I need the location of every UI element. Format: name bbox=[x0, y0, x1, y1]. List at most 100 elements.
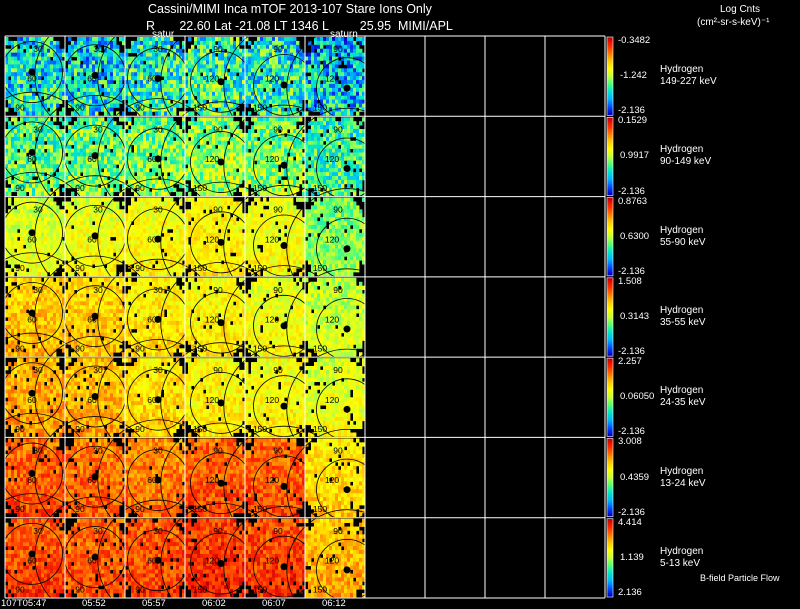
heatmap-cell bbox=[305, 83, 309, 89]
heatmap-cell bbox=[269, 83, 273, 89]
heatmap-cell bbox=[257, 129, 261, 134]
heatmap-cell bbox=[209, 191, 213, 196]
heatmap-cell bbox=[14, 244, 18, 249]
heatmap-cell bbox=[251, 129, 255, 134]
heatmap-cell bbox=[314, 136, 318, 142]
heatmap-cell bbox=[17, 156, 21, 161]
heatmap-cell bbox=[47, 60, 51, 65]
heatmap-cell bbox=[65, 213, 69, 218]
contour-label: 90 bbox=[213, 44, 223, 54]
heatmap-cell bbox=[338, 140, 342, 146]
heatmap-cell bbox=[314, 176, 318, 181]
heatmap-cell bbox=[326, 37, 330, 42]
heatmap-cell bbox=[110, 144, 114, 149]
heatmap-cell bbox=[68, 117, 72, 122]
heatmap-cell bbox=[350, 103, 354, 108]
heatmap-cell bbox=[17, 221, 21, 226]
heatmap-cell bbox=[74, 197, 78, 202]
heatmap-cell bbox=[80, 68, 84, 73]
heatmap-cell bbox=[347, 48, 351, 54]
heatmap-cell bbox=[95, 256, 99, 261]
heatmap-cell bbox=[209, 117, 213, 122]
heatmap-cell bbox=[248, 80, 252, 85]
heatmap-cell bbox=[101, 87, 105, 93]
heatmap-cell bbox=[230, 172, 234, 177]
heatmap-cell bbox=[296, 91, 300, 97]
heatmap-cell bbox=[11, 117, 15, 122]
heatmap-cell bbox=[89, 168, 93, 173]
heatmap-cell bbox=[20, 248, 24, 253]
heatmap-cell bbox=[185, 76, 189, 81]
heatmap-cell bbox=[320, 83, 324, 89]
heatmap-cell bbox=[47, 68, 51, 73]
heatmap-cell bbox=[143, 64, 147, 69]
heatmap-cell bbox=[293, 168, 297, 173]
heatmap-cell bbox=[347, 140, 351, 146]
heatmap-cell bbox=[143, 72, 147, 77]
heatmap-cell bbox=[311, 168, 315, 173]
heatmap-cell bbox=[47, 121, 51, 126]
heatmap-cell bbox=[341, 68, 345, 73]
heatmap-cell bbox=[296, 83, 300, 89]
heatmap-cell bbox=[311, 87, 315, 93]
heatmap-cell bbox=[149, 68, 153, 73]
heatmap-cell bbox=[5, 68, 9, 73]
heatmap-cell bbox=[44, 156, 48, 161]
heatmap-cell bbox=[191, 48, 195, 54]
heatmap-cell bbox=[320, 52, 324, 57]
heatmap-cell bbox=[131, 152, 135, 157]
heatmap-cell bbox=[77, 197, 81, 202]
heatmap-cell bbox=[197, 125, 201, 130]
heatmap-cell bbox=[197, 44, 201, 50]
heatmap-cell bbox=[278, 144, 282, 149]
heatmap-cell bbox=[335, 148, 339, 153]
heatmap-cell bbox=[107, 56, 111, 61]
heatmap-cell bbox=[323, 176, 327, 181]
heatmap-cell bbox=[209, 87, 213, 93]
heatmap-cell bbox=[26, 48, 30, 54]
heatmap-cell bbox=[236, 91, 240, 97]
heatmap-cell bbox=[80, 248, 84, 253]
heatmap-cell bbox=[206, 144, 210, 149]
heatmap-cell bbox=[239, 48, 243, 54]
heatmap-cell bbox=[53, 56, 57, 61]
heatmap-cell bbox=[275, 187, 279, 193]
heatmap-cell bbox=[221, 60, 225, 65]
heatmap-cell bbox=[239, 72, 243, 77]
heatmap-cell bbox=[296, 144, 300, 149]
heatmap-cell bbox=[140, 156, 144, 161]
heatmap-cell bbox=[311, 136, 315, 142]
saturn-marker bbox=[343, 84, 351, 92]
heatmap-cell bbox=[74, 201, 78, 206]
heatmap-cell bbox=[197, 164, 201, 169]
heatmap-cell bbox=[59, 209, 63, 214]
heatmap-cell bbox=[5, 107, 9, 112]
heatmap-cell bbox=[86, 144, 90, 149]
heatmap-cell bbox=[233, 87, 237, 93]
heatmap-cell bbox=[53, 148, 57, 153]
heatmap-cell bbox=[14, 87, 18, 93]
heatmap-cell bbox=[101, 64, 105, 69]
heatmap-cell bbox=[224, 136, 228, 142]
heatmap-cell bbox=[332, 164, 336, 169]
heatmap-cell bbox=[299, 117, 303, 122]
heatmap-cell bbox=[200, 172, 204, 177]
heatmap-cell bbox=[29, 248, 33, 253]
heatmap-cell bbox=[137, 48, 141, 54]
heatmap-cell bbox=[38, 197, 42, 202]
heatmap-cell bbox=[14, 129, 18, 134]
heatmap-cell bbox=[176, 91, 180, 97]
heatmap-cell bbox=[101, 236, 105, 242]
heatmap-cell bbox=[35, 111, 39, 116]
heatmap-cell bbox=[47, 221, 51, 226]
heatmap-cell bbox=[296, 148, 300, 153]
heatmap-cell bbox=[311, 129, 315, 134]
heatmap-cell bbox=[278, 87, 282, 93]
heatmap-cell bbox=[17, 60, 21, 65]
heatmap-cell bbox=[32, 221, 36, 226]
heatmap-cell bbox=[56, 156, 60, 161]
heatmap-cell bbox=[353, 156, 357, 161]
heatmap-cell bbox=[8, 156, 12, 161]
heatmap-cell bbox=[248, 95, 252, 101]
heatmap-cell bbox=[320, 144, 324, 149]
